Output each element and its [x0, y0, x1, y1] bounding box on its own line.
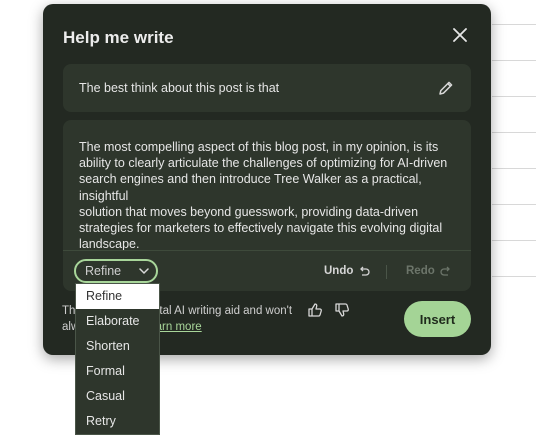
result-line: search engines and then introduce Tree W…	[79, 172, 422, 203]
refine-dropdown-label: Refine	[85, 264, 122, 278]
redo-label: Redo	[406, 265, 435, 277]
chevron-down-icon	[139, 268, 149, 275]
result-line: The most compelling aspect of this blog …	[79, 140, 439, 154]
undo-button[interactable]: Undo	[324, 265, 370, 277]
divider	[63, 250, 471, 251]
disclaimer-line1b: tal AI writing aid and won't	[159, 305, 293, 317]
disclaimer-line1: Th	[62, 305, 76, 317]
dialog-title: Help me write	[63, 28, 174, 47]
background-lines	[492, 0, 536, 436]
insert-button[interactable]: Insert	[404, 301, 471, 337]
prompt-box[interactable]: The best think about this post is that	[63, 64, 471, 112]
thumbs-down-icon[interactable]	[334, 302, 350, 318]
prompt-text: The best think about this post is that	[79, 81, 280, 95]
menu-item-refine[interactable]: Refine	[76, 284, 159, 309]
result-line: ability to clearly articulate the challe…	[79, 156, 448, 171]
menu-item-shorten[interactable]: Shorten	[76, 334, 159, 359]
menu-item-casual[interactable]: Casual	[76, 384, 159, 409]
undo-label: Undo	[324, 265, 354, 277]
thumbs-up-icon[interactable]	[307, 302, 323, 318]
close-icon	[453, 28, 467, 42]
menu-item-formal[interactable]: Formal	[76, 359, 159, 384]
result-text: The most compelling aspect of this blog …	[79, 139, 463, 252]
toolbar-separator	[386, 265, 387, 279]
menu-item-elaborate[interactable]: Elaborate	[76, 309, 159, 334]
undo-icon	[360, 266, 370, 276]
redo-button: Redo	[406, 265, 452, 277]
pencil-icon[interactable]	[437, 79, 455, 97]
result-box: The most compelling aspect of this blog …	[63, 120, 471, 291]
close-button[interactable]	[449, 24, 471, 46]
redo-icon	[440, 266, 450, 276]
result-line: strategies for marketers to effectively …	[79, 221, 443, 236]
refine-menu: Refine Elaborate Shorten Formal Casual R…	[75, 283, 160, 435]
result-line: solution that moves beyond guesswork, pr…	[79, 204, 419, 219]
refine-dropdown[interactable]: Refine	[74, 259, 158, 283]
menu-item-retry[interactable]: Retry	[76, 409, 159, 434]
